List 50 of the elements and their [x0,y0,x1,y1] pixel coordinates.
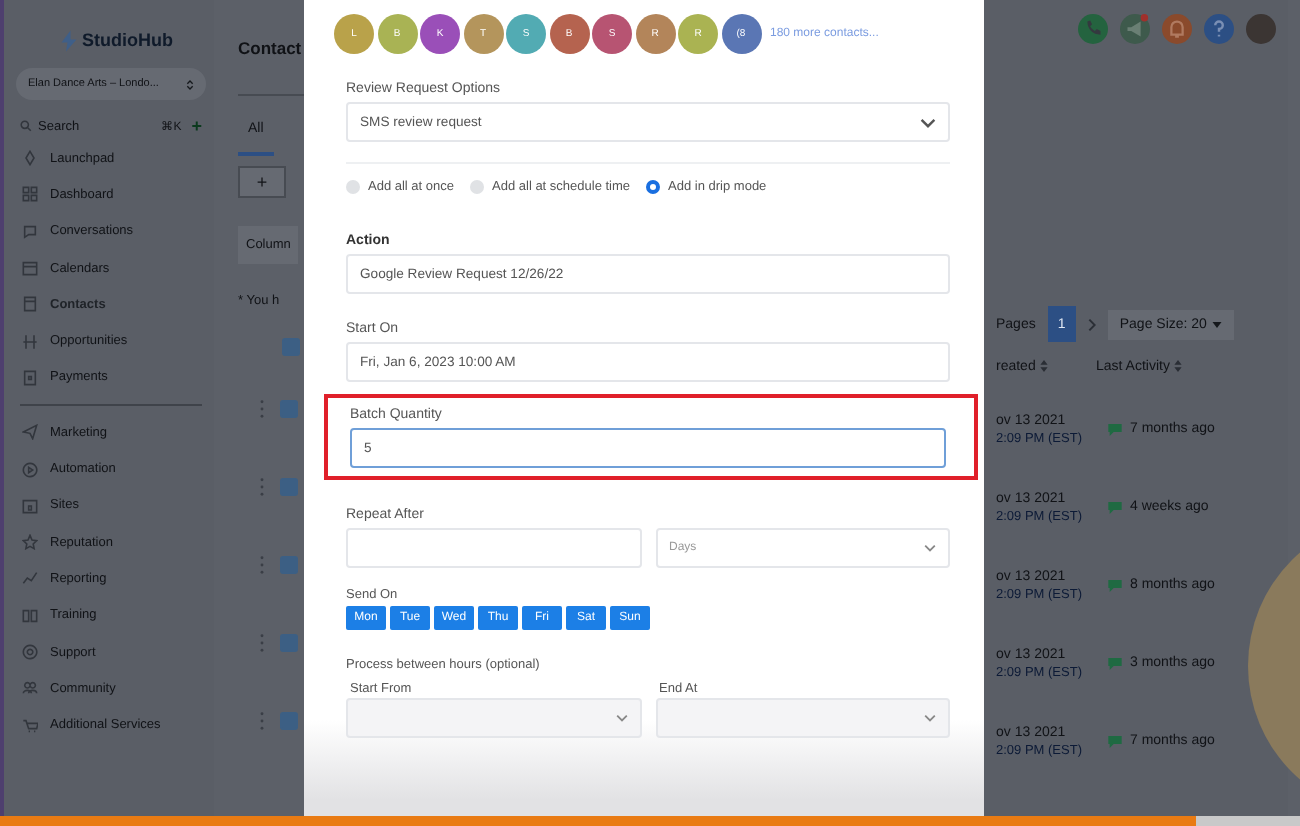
nav-icon [22,497,38,514]
nav-icon [22,680,38,697]
help-icon[interactable] [1204,14,1234,44]
caret-icon [1212,321,1223,327]
chevron-down-icon [920,117,936,127]
nav-icon [22,186,38,203]
nav-icon [22,369,38,386]
add-contact-button[interactable]: + [238,166,286,198]
chevron-down-icon [615,714,627,722]
nav-icon [22,223,38,240]
nav-icon [22,644,38,660]
nav-icon [22,570,38,587]
row-checkbox[interactable] [280,478,298,496]
chat-icon [1108,579,1122,591]
nav-icon [22,260,38,277]
nav-icon [22,424,38,441]
chat-icon [1108,423,1122,435]
row-checkbox[interactable] [280,400,298,418]
nav-icon [22,333,38,350]
page-title: Contact [238,37,302,57]
updown-icon [186,77,194,91]
nav-icon [22,534,38,551]
chevron-right-icon[interactable] [1087,317,1096,331]
chat-icon [1108,501,1122,513]
select-all-checkbox[interactable] [282,337,300,355]
chevron-down-icon [924,714,936,722]
sort-icon [1039,360,1048,372]
nav-icon [22,607,38,624]
megaphone-icon[interactable] [1120,14,1150,44]
nav-icon [22,717,38,734]
row-checkbox[interactable] [280,556,298,574]
phone-icon[interactable] [1078,14,1108,44]
user-avatar[interactable] [1246,14,1276,44]
nav-icon [22,296,38,313]
row-checkbox[interactable] [280,634,298,652]
app-logo: StudioHub [82,30,173,50]
bell-icon[interactable] [1162,14,1192,44]
chat-icon [1108,735,1122,747]
end-time-select[interactable] [655,698,950,738]
logo-icon [60,29,78,51]
nav-icon [22,461,38,478]
search-icon [20,120,32,132]
sort-icon [1173,360,1182,372]
row-checkbox[interactable] [280,712,298,730]
start-time-select[interactable] [346,698,641,738]
nav-icon [22,150,38,167]
chat-icon [1108,657,1122,669]
repeat-interval-field[interactable] [346,528,641,568]
chevron-down-icon [924,544,936,552]
add-button[interactable]: + [187,116,206,136]
